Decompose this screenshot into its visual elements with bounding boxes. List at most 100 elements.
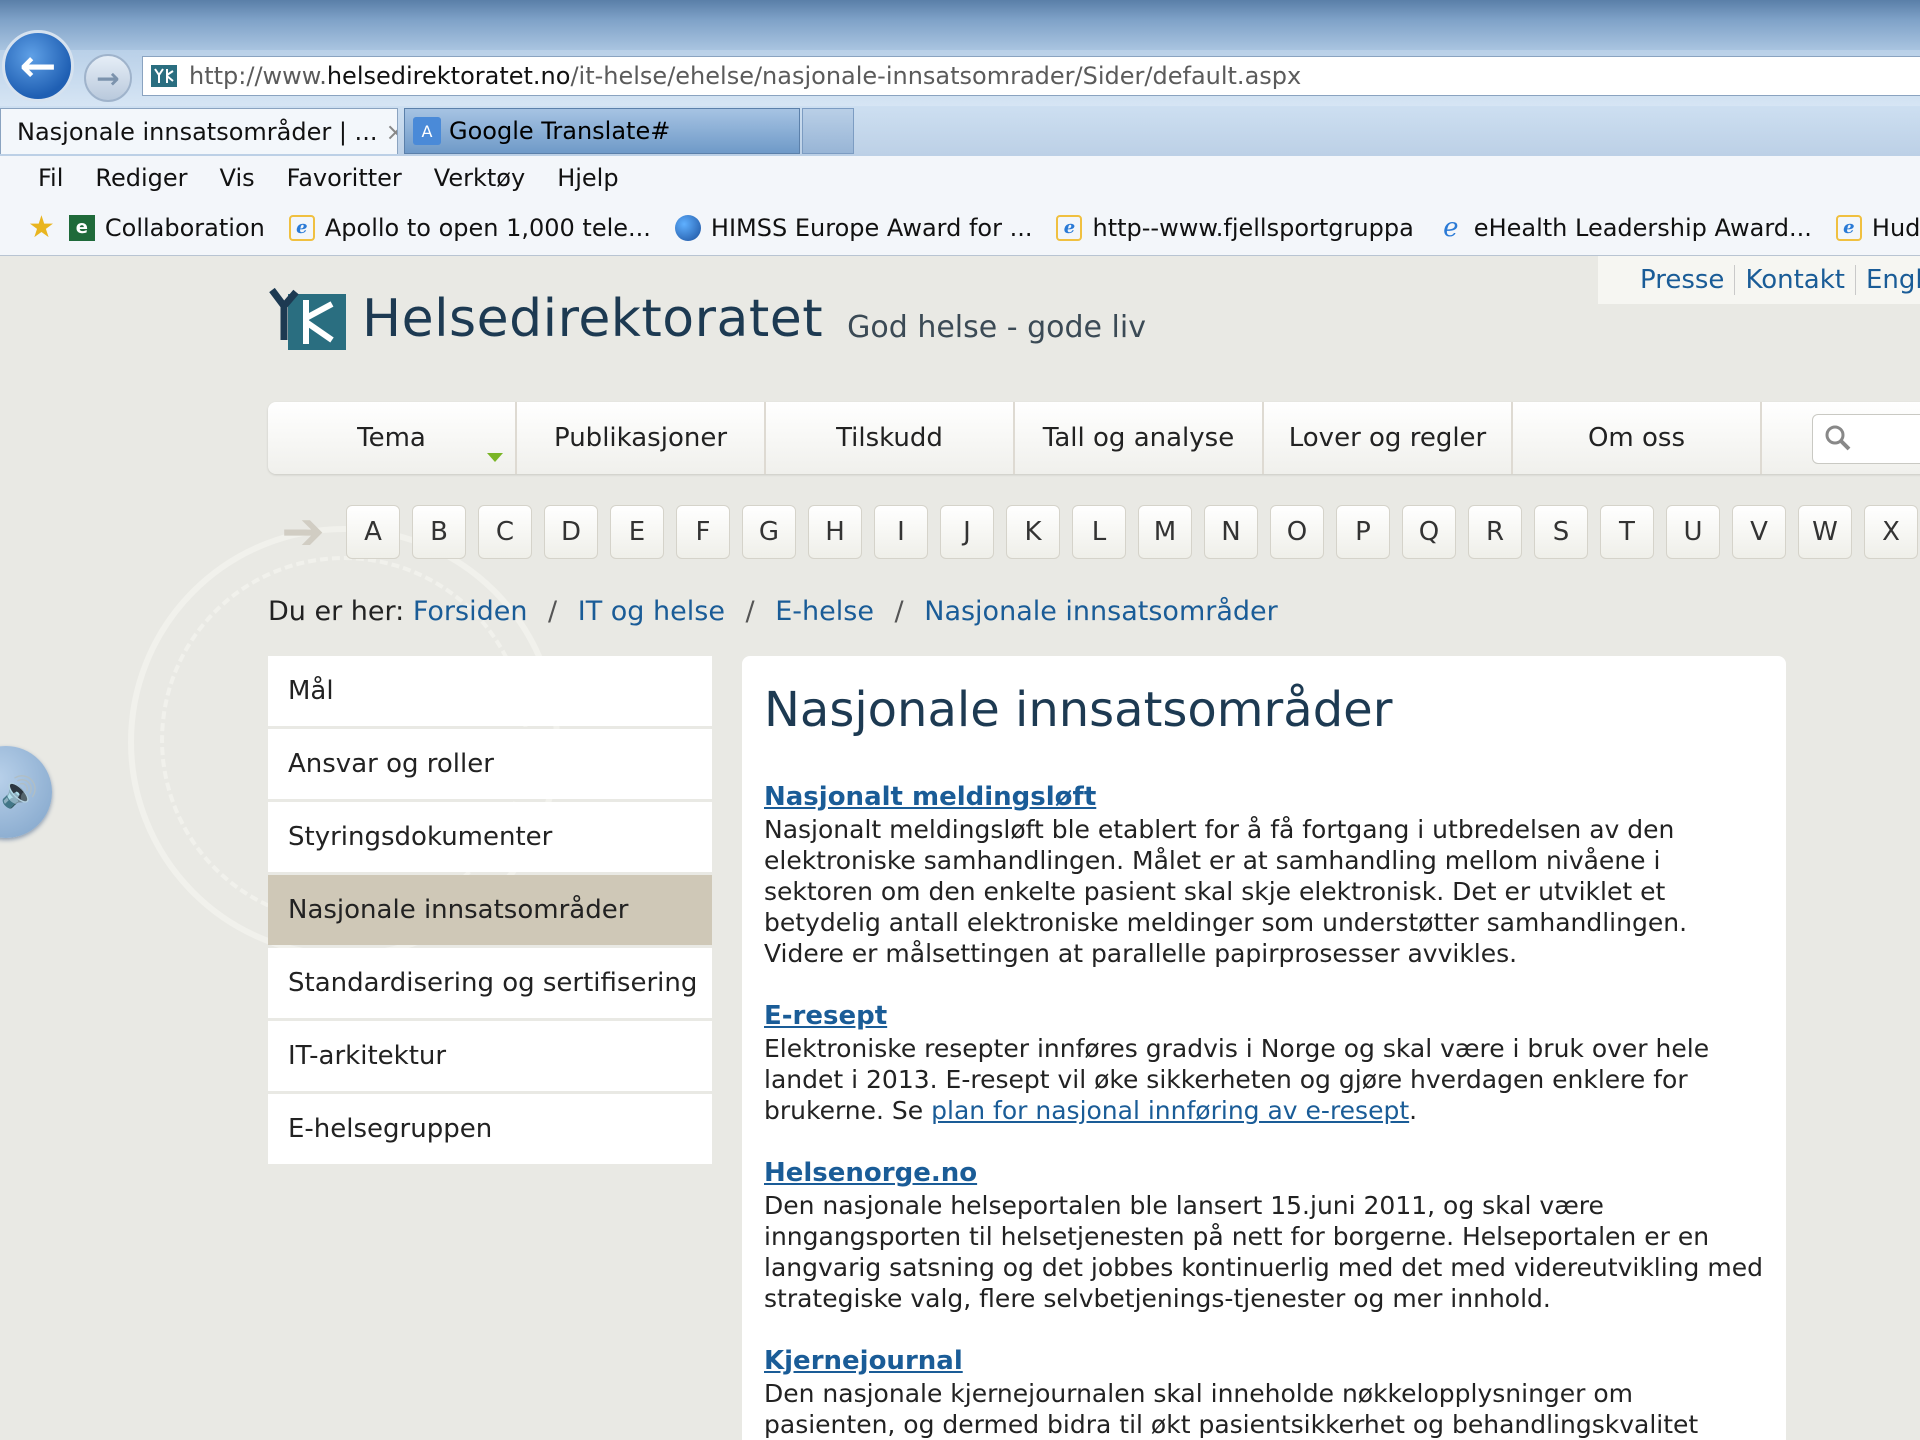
- dropdown-caret-icon: [487, 453, 503, 462]
- breadcrumb-e-helse[interactable]: E-helse: [775, 596, 874, 627]
- breadcrumb-label: Du er her:: [268, 596, 405, 627]
- nav-label: Tema: [357, 423, 426, 453]
- section-title-link[interactable]: Helsenorge.no: [764, 1158, 1764, 1188]
- letter-o[interactable]: O: [1270, 505, 1324, 559]
- ie-page-icon: e: [1056, 214, 1083, 241]
- tab-nasjonale[interactable]: Nasjonale innsatsområder | ... ×: [0, 108, 398, 154]
- slogan: God helse - gode liv: [847, 309, 1146, 345]
- letter-s[interactable]: S: [1534, 505, 1588, 559]
- letter-k[interactable]: K: [1006, 505, 1060, 559]
- logo-text: Helsedirektoratet: [362, 289, 824, 349]
- section-meldingslft: Nasjonalt meldingsløft Nasjonalt melding…: [764, 782, 1764, 969]
- menu-verktoy[interactable]: Verktøy: [434, 164, 525, 192]
- letter-r[interactable]: R: [1468, 505, 1522, 559]
- sidebar-item-mal[interactable]: Mål: [268, 656, 712, 726]
- window-titlebar: [0, 0, 1920, 50]
- letter-p[interactable]: P: [1336, 505, 1390, 559]
- sidebar-item-it-arkitektur[interactable]: IT-arkitektur: [268, 1021, 712, 1091]
- letter-g[interactable]: G: [742, 505, 796, 559]
- letter-n[interactable]: N: [1204, 505, 1258, 559]
- link-presse[interactable]: Presse: [1630, 265, 1736, 295]
- nav-label: Om oss: [1587, 423, 1686, 453]
- letter-t[interactable]: T: [1600, 505, 1654, 559]
- nav-publikasjoner[interactable]: Publikasjoner: [517, 402, 766, 474]
- nav-lover-og-regler[interactable]: Lover og regler: [1264, 402, 1513, 474]
- letter-v[interactable]: V: [1732, 505, 1786, 559]
- favorites-star-icon[interactable]: ★: [28, 210, 55, 245]
- letter-l[interactable]: L: [1072, 505, 1126, 559]
- letter-a[interactable]: A: [346, 505, 400, 559]
- breadcrumb-separator: /: [745, 596, 755, 627]
- sidebar-item-standardisering[interactable]: Standardisering og sertifisering: [268, 948, 712, 1018]
- favorite-himss[interactable]: HIMSS Europe Award for ...: [674, 213, 1033, 242]
- forward-button[interactable]: →: [84, 54, 132, 102]
- letter-f[interactable]: F: [676, 505, 730, 559]
- letter-u[interactable]: U: [1666, 505, 1720, 559]
- nav-tema[interactable]: Tema: [268, 402, 517, 474]
- url-domain: helsedirektoratet.no: [326, 62, 571, 90]
- sidebar-item-ansvar[interactable]: Ansvar og roller: [268, 729, 712, 799]
- link-kontakt[interactable]: Kontakt: [1735, 265, 1856, 295]
- letter-j[interactable]: J: [940, 505, 994, 559]
- close-tab-icon[interactable]: ×: [385, 118, 397, 146]
- letter-x[interactable]: X: [1864, 505, 1918, 559]
- speaker-button[interactable]: 🔊: [0, 746, 52, 838]
- nav-tall-og-analyse[interactable]: Tall og analyse: [1015, 402, 1264, 474]
- letter-i[interactable]: I: [874, 505, 928, 559]
- section-title-link[interactable]: Nasjonalt meldingsløft: [764, 782, 1764, 812]
- section-text: Elektroniske resepter innføres gradvis i…: [764, 1033, 1764, 1126]
- favorite-label: HIMSS Europe Award for ...: [710, 213, 1033, 242]
- search-input[interactable]: [1812, 414, 1920, 464]
- favorite-fjellsportgruppa[interactable]: e http--www.fjellsportgruppa: [1056, 214, 1414, 242]
- letter-m[interactable]: M: [1138, 505, 1192, 559]
- address-bar[interactable]: http://www. helsedirektoratet.no/it-helse…: [142, 56, 1920, 96]
- breadcrumb-it-og-helse[interactable]: IT og helse: [578, 596, 725, 627]
- section-text-tail: .: [1409, 1096, 1418, 1125]
- favorite-apollo[interactable]: e Apollo to open 1,000 tele...: [288, 214, 651, 242]
- menu-fil[interactable]: Fil: [38, 164, 63, 192]
- breadcrumb-separator: /: [894, 596, 904, 627]
- url-path: /it-helse/ehelse/nasjonale-innsatsomrade…: [570, 62, 1302, 90]
- inline-link-plan[interactable]: plan for nasjonal innføring av e-resept: [931, 1096, 1409, 1125]
- nav-label: Tilskudd: [836, 423, 943, 453]
- menu-rediger[interactable]: Rediger: [95, 164, 187, 192]
- breadcrumb-nasjonale[interactable]: Nasjonale innsatsområder: [924, 596, 1278, 627]
- menu-hjelp[interactable]: Hjelp: [557, 164, 618, 192]
- menu-vis[interactable]: Vis: [220, 164, 255, 192]
- letter-d[interactable]: D: [544, 505, 598, 559]
- link-english[interactable]: Englis: [1856, 265, 1920, 295]
- ie-page-icon: e: [1835, 214, 1862, 241]
- section-e-resept: E-resept Elektroniske resepter innføres …: [764, 1001, 1764, 1126]
- section-title-link[interactable]: E-resept: [764, 1001, 1764, 1031]
- speaker-icon: 🔊: [0, 774, 38, 810]
- letter-b[interactable]: B: [412, 505, 466, 559]
- favorite-hudlegekontoret[interactable]: e Hudlegekontoret -: [1835, 213, 1920, 242]
- top-links: Presse Kontakt Englis: [1598, 256, 1920, 304]
- tab-google-translate[interactable]: A Google Translate#: [404, 108, 800, 154]
- menu-favoritter[interactable]: Favoritter: [287, 164, 402, 192]
- section-title-link[interactable]: Kjernejournal: [764, 1346, 1764, 1376]
- favorite-ehealth[interactable]: e eHealth Leadership Award...: [1438, 213, 1812, 243]
- search-icon: [1825, 425, 1851, 451]
- side-navigation: Mål Ansvar og roller Styringsdokumenter …: [268, 656, 712, 1167]
- nav-label: Tall og analyse: [1042, 423, 1235, 453]
- page-title: Nasjonale innsatsområder: [764, 682, 1393, 738]
- nav-tilskudd[interactable]: Tilskudd: [766, 402, 1015, 474]
- letter-h[interactable]: H: [808, 505, 862, 559]
- favorites-bar: ★ e Collaboration e Apollo to open 1,000…: [0, 200, 1920, 256]
- breadcrumb-forsiden[interactable]: Forsiden: [413, 596, 528, 627]
- letter-q[interactable]: Q: [1402, 505, 1456, 559]
- letter-e[interactable]: E: [610, 505, 664, 559]
- back-button[interactable]: ←: [2, 30, 74, 102]
- sidebar-item-nasjonale[interactable]: Nasjonale innsatsområder: [268, 875, 712, 945]
- letter-c[interactable]: C: [478, 505, 532, 559]
- site-logo[interactable]: Helsedirektoratet God helse - gode liv: [266, 286, 1146, 352]
- main-navigation: Tema Publikasjoner Tilskudd Tall og anal…: [268, 402, 1920, 474]
- favorite-collaboration[interactable]: e Collaboration: [68, 214, 265, 242]
- new-tab-button[interactable]: [802, 108, 854, 154]
- letter-w[interactable]: W: [1798, 505, 1852, 559]
- nav-om-oss[interactable]: Om oss: [1513, 402, 1762, 474]
- favorite-label: Hudlegekontoret -: [1871, 213, 1920, 242]
- sidebar-item-e-helsegruppen[interactable]: E-helsegruppen: [268, 1094, 712, 1164]
- sidebar-item-styringsdokumenter[interactable]: Styringsdokumenter: [268, 802, 712, 872]
